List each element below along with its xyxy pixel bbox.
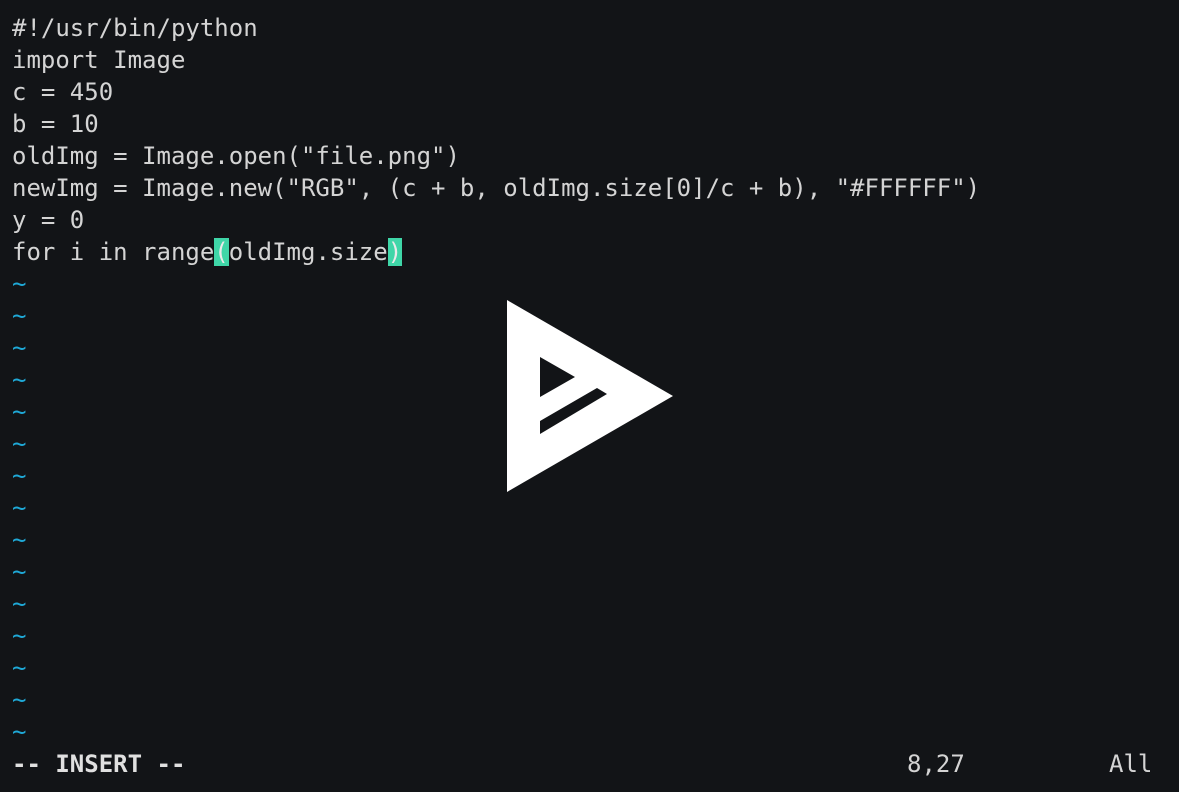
mode-indicator: -- INSERT -- <box>12 750 186 778</box>
empty-line-marker: ~ <box>12 462 27 490</box>
editor-buffer[interactable]: #!/usr/bin/python import Image c = 450 b… <box>12 12 980 748</box>
cursor-position: 8,27 <box>907 750 965 778</box>
empty-line-marker: ~ <box>12 302 27 330</box>
empty-line-marker: ~ <box>12 590 27 618</box>
play-icon-graphic <box>507 300 673 492</box>
empty-line-marker: ~ <box>12 558 27 586</box>
status-line: -- INSERT -- 8,27 All <box>12 748 1167 780</box>
empty-line-marker: ~ <box>12 526 27 554</box>
code-line: oldImg = Image.open("file.png") <box>12 142 460 170</box>
empty-line-marker: ~ <box>12 270 27 298</box>
matched-open-paren: ( <box>214 238 229 266</box>
current-line-text: oldImg.size <box>228 238 388 266</box>
current-line-text: for i in range <box>12 238 215 266</box>
current-code-line: for i in range(oldImg.size) <box>12 236 980 268</box>
code-line: y = 0 <box>12 206 85 234</box>
matched-close-paren: ) <box>387 238 403 266</box>
empty-line-marker: ~ <box>12 398 27 426</box>
code-line: c = 450 <box>12 78 114 106</box>
empty-line-marker: ~ <box>12 622 27 650</box>
scroll-position: All <box>1109 750 1153 778</box>
code-line: import Image <box>12 46 186 74</box>
empty-line-marker: ~ <box>12 686 27 714</box>
code-line: newImg = Image.new("RGB", (c + b, oldImg… <box>12 174 981 202</box>
empty-line-marker: ~ <box>12 718 27 746</box>
empty-line-marker: ~ <box>12 654 27 682</box>
code-line: b = 10 <box>12 110 99 138</box>
empty-line-marker: ~ <box>12 366 27 394</box>
empty-line-marker: ~ <box>12 334 27 362</box>
empty-line-marker: ~ <box>12 430 27 458</box>
asciinema-play-icon[interactable] <box>505 298 675 494</box>
empty-lines: ~ ~ ~ ~ ~ ~ ~ ~ ~ ~ ~ ~ ~ ~ ~ <box>12 268 980 748</box>
empty-line-marker: ~ <box>12 494 27 522</box>
code-line: #!/usr/bin/python <box>12 14 258 42</box>
